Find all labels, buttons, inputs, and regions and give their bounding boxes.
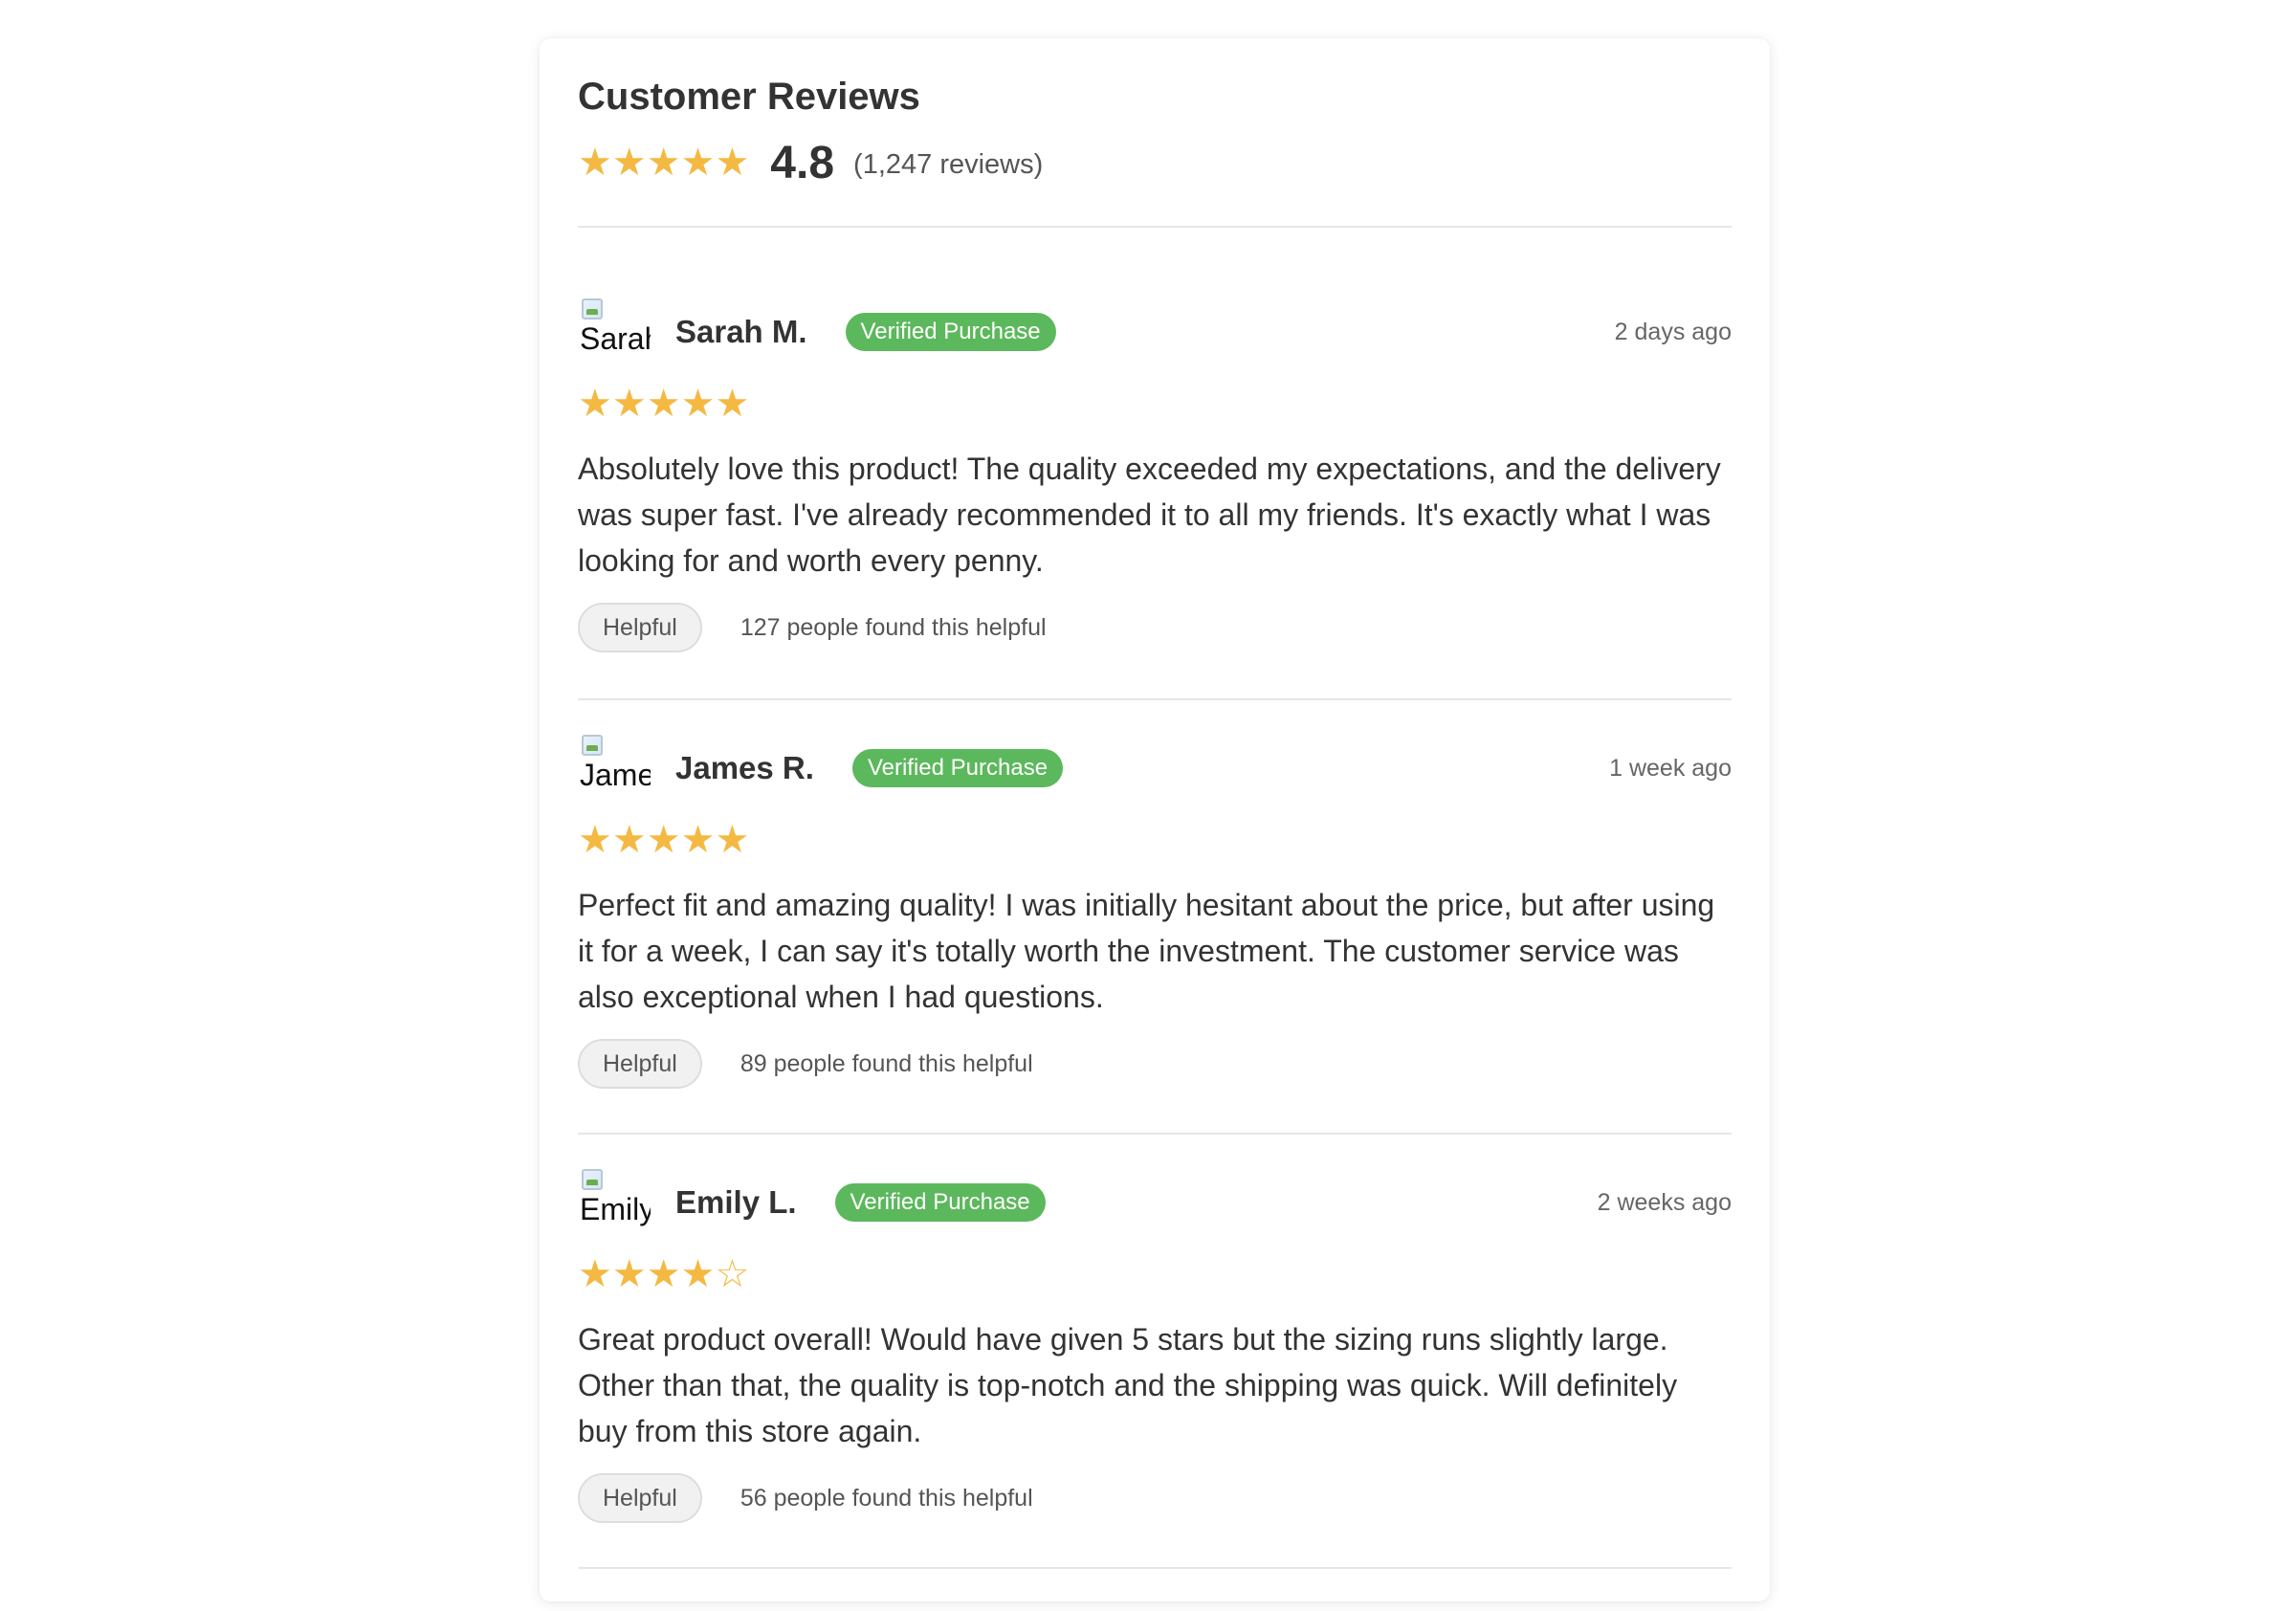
review-item: Sarah Sarah M. Verified Purchase 2 days … bbox=[578, 266, 1732, 700]
rating-summary: ★★★★★ 4.8 (1,247 reviews) bbox=[578, 136, 1732, 189]
verified-badge: Verified Purchase bbox=[845, 313, 1056, 351]
review-text: Perfect fit and amazing quality! I was i… bbox=[578, 888, 1715, 1014]
avatar: James bbox=[578, 733, 652, 804]
review-stars-icon: ★★★★☆ bbox=[578, 1252, 750, 1296]
average-rating: 4.8 bbox=[770, 137, 835, 188]
average-stars-icon: ★★★★★ bbox=[578, 141, 750, 185]
reviewer-name: Sarah M. bbox=[675, 314, 807, 349]
review-item: James James R. Verified Purchase 1 week … bbox=[578, 700, 1732, 1135]
review-text: Absolutely love this product! The qualit… bbox=[578, 452, 1721, 578]
review-stars-icon: ★★★★★ bbox=[578, 818, 750, 862]
review-date: 1 week ago bbox=[1609, 754, 1732, 782]
helpful-button[interactable]: Helpful bbox=[578, 1473, 702, 1523]
helpful-button[interactable]: Helpful bbox=[578, 603, 702, 652]
review-header: Emily Emily L. Verified Purchase 2 weeks… bbox=[578, 1169, 1732, 1236]
broken-image-icon bbox=[582, 298, 603, 320]
review-date: 2 weeks ago bbox=[1597, 1188, 1732, 1216]
avatar-alt-text: James bbox=[580, 758, 651, 792]
review-date: 2 days ago bbox=[1614, 318, 1732, 345]
reviewer-name: James R. bbox=[675, 750, 814, 785]
avatar: Sarah bbox=[578, 297, 652, 367]
review-actions: Helpful 56 people found this helpful bbox=[578, 1473, 1732, 1523]
avatar-alt-text: Emily bbox=[580, 1192, 651, 1226]
page-title: Customer Reviews bbox=[578, 76, 920, 118]
review-actions: Helpful 89 people found this helpful bbox=[578, 1039, 1732, 1089]
verified-badge: Verified Purchase bbox=[851, 749, 1064, 787]
helpful-count: 56 people found this helpful bbox=[740, 1484, 1033, 1512]
page: Customer Reviews ★★★★★ 4.8 (1,247 review… bbox=[0, 0, 2296, 1611]
review-text: Great product overall! Would have given … bbox=[578, 1322, 1678, 1448]
broken-image-icon bbox=[582, 735, 603, 756]
review-list: Sarah Sarah M. Verified Purchase 2 days … bbox=[578, 266, 1732, 1569]
header-divider bbox=[578, 226, 1732, 228]
review-header: Sarah Sarah M. Verified Purchase 2 days … bbox=[578, 298, 1732, 365]
helpful-count: 127 people found this helpful bbox=[740, 613, 1047, 641]
helpful-count: 89 people found this helpful bbox=[740, 1049, 1033, 1077]
reviews-card: Customer Reviews ★★★★★ 4.8 (1,247 review… bbox=[540, 38, 1770, 1601]
avatar-alt-text: Sarah bbox=[580, 321, 651, 356]
review-actions: Helpful 127 people found this helpful bbox=[578, 603, 1732, 652]
broken-image-icon bbox=[582, 1169, 603, 1190]
avatar: Emily bbox=[578, 1167, 652, 1238]
review-header: James James R. Verified Purchase 1 week … bbox=[578, 735, 1732, 802]
review-stars-icon: ★★★★★ bbox=[578, 382, 750, 426]
helpful-button[interactable]: Helpful bbox=[578, 1039, 702, 1089]
reviewer-name: Emily L. bbox=[675, 1184, 797, 1220]
review-item: Emily Emily L. Verified Purchase 2 weeks… bbox=[578, 1135, 1732, 1569]
review-count: (1,247 reviews) bbox=[853, 148, 1044, 180]
verified-badge: Verified Purchase bbox=[834, 1183, 1046, 1222]
